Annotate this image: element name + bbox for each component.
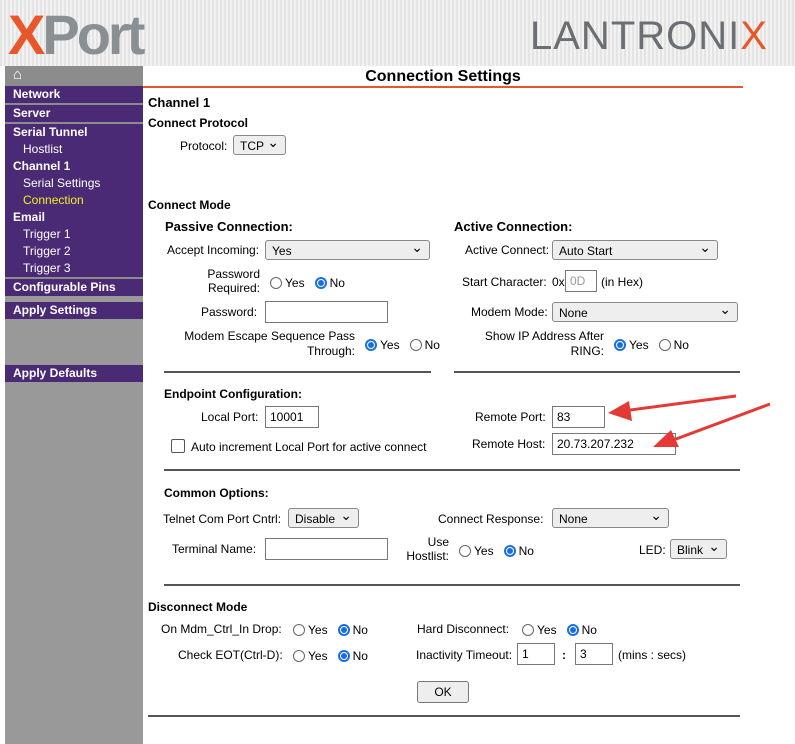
connect-response-value: None bbox=[559, 512, 588, 526]
annotation-arrows bbox=[608, 394, 771, 447]
led-select[interactable]: Blink bbox=[670, 536, 727, 559]
sidebar-item-connection[interactable]: Connection bbox=[5, 192, 143, 209]
inactivity-units: (mins : secs) bbox=[618, 648, 687, 662]
divider bbox=[164, 584, 740, 586]
led-value: Blink bbox=[677, 543, 704, 557]
hard-disconnect-no-radio[interactable]: No bbox=[566, 623, 597, 637]
sidebar-item-serial-settings[interactable]: Serial Settings bbox=[5, 175, 143, 192]
hard-disconnect-yes-radio[interactable]: Yes bbox=[522, 623, 557, 637]
sidebar-item-email[interactable]: Email bbox=[5, 209, 143, 226]
telnet-value: Disable bbox=[295, 512, 336, 526]
use-hostlist-no-radio[interactable]: No bbox=[503, 544, 534, 558]
sidebar: ⌂ Network Server Serial Tunnel Hostlist Chan… bbox=[5, 66, 143, 744]
led-label: LED: bbox=[639, 543, 666, 557]
inactivity-separator: : bbox=[562, 648, 566, 662]
check-eot-no-radio[interactable]: No bbox=[337, 649, 368, 663]
connect-response-select[interactable]: None bbox=[552, 505, 669, 528]
sidebar-item-serial-tunnel[interactable]: Serial Tunnel bbox=[5, 122, 143, 141]
sidebar-item-trigger-3[interactable]: Trigger 3 bbox=[5, 260, 143, 277]
inactivity-seconds-input[interactable]: 3 bbox=[575, 643, 613, 665]
mdm-drop-radios: Yes No bbox=[293, 623, 368, 637]
sidebar-item-network[interactable]: Network bbox=[5, 86, 143, 103]
check-eot-radios: Yes No bbox=[293, 649, 368, 663]
disconnect-mode-heading: Disconnect Mode bbox=[148, 600, 248, 614]
common-options-heading: Common Options: bbox=[164, 486, 269, 500]
ok-button[interactable]: OK bbox=[417, 681, 469, 703]
apply-settings-button[interactable]: Apply Settings bbox=[5, 302, 143, 319]
home-icon[interactable]: ⌂ bbox=[5, 66, 143, 86]
terminal-name-label: Terminal Name: bbox=[172, 542, 257, 556]
use-hostlist-radios: Yes No bbox=[459, 544, 534, 558]
sidebar-item-trigger-1[interactable]: Trigger 1 bbox=[5, 226, 143, 243]
sidebar-item-hostlist[interactable]: Hostlist bbox=[5, 141, 143, 158]
main-content: Connection Settings Channel 1 Connect Pr… bbox=[143, 66, 795, 744]
apply-defaults-button[interactable]: Apply Defaults bbox=[5, 365, 143, 382]
telnet-label: Telnet Com Port Cntrl: bbox=[163, 512, 282, 526]
mdm-drop-label: On Mdm_Ctrl_In Drop: bbox=[161, 622, 282, 636]
hard-disconnect-radios: Yes No bbox=[522, 623, 597, 637]
check-eot-yes-radio[interactable]: Yes bbox=[293, 649, 328, 663]
inactivity-timeout-label: Inactivity Timeout: bbox=[416, 648, 513, 662]
hard-disconnect-label: Hard Disconnect: bbox=[417, 622, 510, 636]
divider bbox=[148, 715, 740, 717]
header: XPort LANTRONIX bbox=[0, 0, 795, 66]
connect-response-label: Connect Response: bbox=[438, 512, 544, 526]
terminal-name-input[interactable] bbox=[265, 538, 388, 560]
sidebar-item-configurable-pins[interactable]: Configurable Pins bbox=[5, 277, 143, 296]
lantronix-logo: LANTRONIX bbox=[530, 14, 768, 58]
divider bbox=[164, 469, 740, 471]
use-hostlist-label: Use Hostlist: bbox=[406, 535, 449, 563]
telnet-select[interactable]: Disable bbox=[288, 505, 359, 528]
sidebar-item-channel-1[interactable]: Channel 1 bbox=[5, 158, 143, 175]
mdm-drop-no-radio[interactable]: No bbox=[337, 623, 368, 637]
mdm-drop-yes-radio[interactable]: Yes bbox=[293, 623, 328, 637]
inactivity-minutes-input[interactable]: 1 bbox=[517, 643, 555, 665]
sidebar-item-trigger-2[interactable]: Trigger 2 bbox=[5, 243, 143, 260]
xport-logo: XPort bbox=[8, 3, 145, 66]
use-hostlist-yes-radio[interactable]: Yes bbox=[459, 544, 494, 558]
sidebar-item-server[interactable]: Server bbox=[5, 103, 143, 122]
check-eot-label: Check EOT(Ctrl-D): bbox=[178, 648, 283, 662]
